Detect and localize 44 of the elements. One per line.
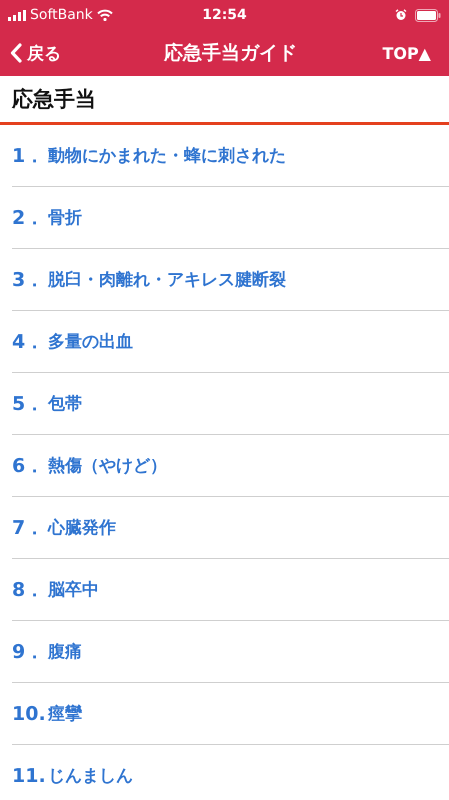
list-item[interactable]: 10.痙攣	[12, 683, 449, 745]
item-number: 4．	[12, 330, 46, 354]
nav-title: 応急手当ガイド	[164, 41, 298, 66]
item-number: 6．	[12, 454, 46, 478]
list-item[interactable]: 7． 心臓発作	[12, 497, 449, 559]
section-heading: 応急手当	[0, 76, 449, 125]
top-button[interactable]: TOP▲	[382, 44, 431, 62]
signal-icon	[8, 10, 26, 20]
item-label: 心臓発作	[48, 517, 116, 539]
item-label: じんましん	[48, 765, 133, 787]
item-number: 10.	[12, 702, 47, 724]
chevron-left-icon	[10, 43, 22, 63]
item-number: 8．	[12, 578, 46, 602]
item-label: 骨折	[48, 207, 82, 229]
item-label: 脱臼・肉離れ・アキレス腱断裂	[48, 269, 286, 291]
battery-icon	[415, 8, 442, 22]
item-label: 腹痛	[48, 641, 82, 663]
item-number: 3．	[12, 268, 46, 292]
back-button[interactable]: 戻る	[10, 42, 61, 64]
list-item[interactable]: 2． 骨折	[12, 187, 449, 249]
list-item[interactable]: 1． 動物にかまれた・蜂に刺された	[12, 125, 449, 187]
list-item[interactable]: 11.じんましん	[12, 745, 449, 800]
item-number: 2．	[12, 206, 46, 230]
item-label: 脳卒中	[48, 579, 99, 601]
list-item[interactable]: 3． 脱臼・肉離れ・アキレス腱断裂	[12, 249, 449, 311]
list-item[interactable]: 5． 包帯	[12, 373, 449, 435]
list-item[interactable]: 4． 多量の出血	[12, 311, 449, 373]
list-item[interactable]: 6． 熱傷（やけど）	[12, 435, 449, 497]
item-number: 1．	[12, 144, 46, 168]
item-number: 5．	[12, 392, 46, 416]
item-number: 9．	[12, 640, 46, 664]
item-label: 熱傷（やけど）	[48, 455, 167, 477]
item-label: 包帯	[48, 393, 82, 415]
list-item[interactable]: 8． 脳卒中	[12, 559, 449, 621]
carrier-name: SoftBank	[30, 7, 93, 23]
clock-time: 12:54	[202, 7, 247, 23]
item-label: 動物にかまれた・蜂に刺された	[48, 145, 286, 167]
list-item[interactable]: 9． 腹痛	[12, 621, 449, 683]
item-number: 11.	[12, 764, 47, 786]
item-label: 多量の出血	[48, 331, 133, 353]
item-number: 7．	[12, 516, 46, 540]
wifi-icon	[96, 9, 113, 21]
item-label: 痙攣	[48, 703, 82, 725]
alarm-icon	[395, 9, 408, 21]
